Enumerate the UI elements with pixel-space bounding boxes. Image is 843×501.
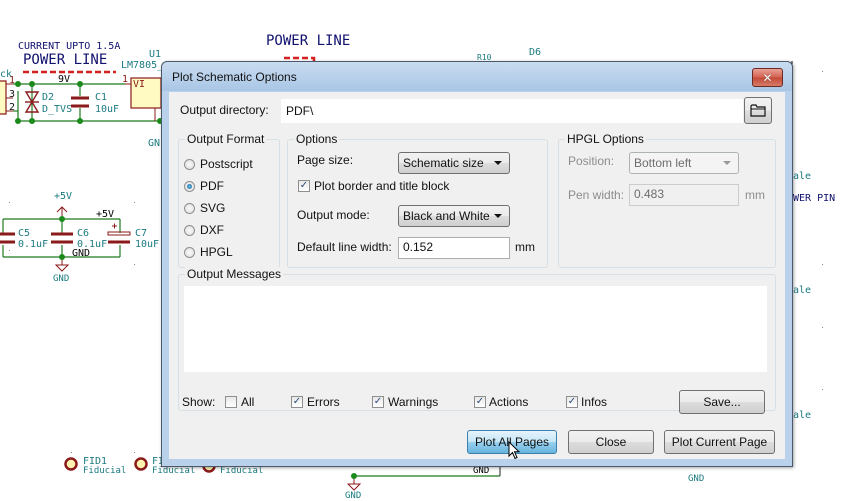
output-messages-title: Output Messages [185, 267, 284, 281]
line-width-input[interactable]: 0.152 [398, 237, 510, 259]
format-radio-dxf[interactable] [184, 225, 195, 236]
output-mode-value: Black and White [403, 209, 490, 223]
gnd-symbol-label: GND [53, 274, 70, 284]
c5-value: 0.1uF [18, 239, 49, 250]
page-size-label: Page size: [297, 153, 354, 167]
chevron-down-icon [494, 214, 502, 218]
line-width-unit: mm [515, 240, 535, 254]
format-label: PDF [200, 179, 224, 193]
plot-current-page-button[interactable]: Plot Current Page [664, 430, 775, 454]
power-line-label: POWER LINE [266, 33, 351, 49]
filter-errors-label[interactable]: Errors [307, 395, 340, 409]
options-title: Options [294, 132, 340, 146]
save-messages-button[interactable]: Save... [679, 390, 765, 414]
pen-width-unit: mm [745, 188, 765, 202]
c5-ref: C5 [18, 228, 31, 239]
d2-value: D_TVS [42, 104, 73, 115]
format-label: Postscript [200, 157, 253, 171]
right-label: ale [793, 410, 812, 421]
pin-number: 3 [9, 89, 16, 100]
pin-number: 1 [9, 75, 16, 86]
filter-warnings-checkbox[interactable]: ✓ [372, 396, 384, 408]
fid2-value: Fiducial [152, 466, 196, 476]
filter-infos-checkbox[interactable]: ✓ [566, 396, 578, 408]
u1-vi-pin: VI [133, 79, 146, 90]
filter-actions-label[interactable]: Actions [489, 395, 528, 409]
filter-all-label[interactable]: All [241, 395, 254, 409]
pen-width-label: Pen width: [568, 188, 625, 202]
pen-width-input[interactable]: 0.483 [629, 184, 739, 206]
format-radio-pdf[interactable] [184, 181, 195, 192]
close-button[interactable]: Close [568, 430, 654, 454]
pin-number: 1 [122, 74, 129, 85]
gnd-symbol-label: GND [345, 491, 362, 501]
filter-infos-label[interactable]: Infos [581, 395, 607, 409]
chevron-down-icon [723, 161, 731, 165]
page-size-dropdown[interactable]: Schematic size [398, 152, 510, 174]
u1-ref: U1 [149, 49, 162, 60]
right-label: ale [793, 285, 812, 296]
gnd-net-label: GND [473, 466, 490, 476]
format-label: SVG [200, 201, 226, 215]
net-label-9v: 9V [58, 74, 71, 85]
output-mode-label: Output mode: [297, 208, 370, 222]
plus5v-label: +5V [54, 191, 73, 202]
output-format-title: Output Format [185, 132, 267, 146]
gnd-net-label: GND [72, 248, 91, 259]
dialog-title: Plot Schematic Options [172, 70, 297, 84]
plot-border-label[interactable]: Plot border and title block [314, 179, 449, 193]
output-directory-input[interactable]: PDF\ [281, 99, 743, 123]
c6-ref: C6 [77, 228, 90, 239]
gnd-symbol-label: GN [148, 138, 161, 149]
output-directory-label: Output directory: [180, 103, 269, 117]
gnd-symbol-label: GND [688, 474, 705, 484]
format-radio-svg[interactable] [184, 203, 195, 214]
filter-all-checkbox[interactable] [225, 396, 237, 408]
format-radio-postscript[interactable] [184, 159, 195, 170]
output-mode-dropdown[interactable]: Black and White [398, 205, 510, 227]
plus5v-net-label: +5V [96, 209, 115, 220]
dialog-body: Output directory: PDF\ Output Format Pos… [169, 92, 785, 459]
fid1-value: Fiducial [83, 466, 127, 476]
u1-value: LM7805_ [121, 60, 164, 71]
c7-ref: C7 [135, 228, 148, 239]
close-icon: ✕ [762, 70, 773, 85]
c1-ref: C1 [95, 92, 108, 103]
power-line-label: POWER LINE [23, 52, 108, 68]
format-label: DXF [200, 223, 224, 237]
page-size-value: Schematic size [403, 156, 484, 170]
line-width-label: Default line width: [297, 240, 392, 254]
d2-ref: D2 [42, 92, 55, 103]
hpgl-position-dropdown[interactable]: Bottom left [629, 152, 739, 174]
browse-directory-button[interactable] [744, 97, 772, 124]
right-label: ale [793, 171, 812, 182]
dialog-titlebar[interactable]: Plot Schematic Options ✕ [162, 62, 792, 91]
mouse-cursor-icon [508, 441, 521, 460]
filter-actions-checkbox[interactable]: ✓ [474, 396, 486, 408]
d6-ref: D6 [529, 47, 542, 58]
filter-errors-checkbox[interactable]: ✓ [291, 396, 303, 408]
c7-value: 10uF [135, 239, 160, 250]
plot-border-checkbox[interactable]: ✓ [298, 180, 310, 192]
hpgl-position-value: Bottom left [634, 156, 692, 170]
fid3-value: Fiducial [220, 466, 264, 476]
c1-value: 10uF [95, 104, 120, 115]
close-window-button[interactable]: ✕ [752, 68, 783, 87]
plot-schematic-dialog: Plot Schematic Options ✕ Output director… [161, 61, 793, 467]
folder-icon [750, 104, 766, 117]
format-label: HPGL [200, 245, 233, 259]
show-label: Show: [182, 395, 216, 409]
pin-number: 2 [9, 102, 16, 113]
format-radio-hpgl[interactable] [184, 247, 195, 258]
hpgl-position-label: Position: [568, 154, 615, 168]
chevron-down-icon [494, 161, 502, 165]
power-pin-label: WER PIN [793, 193, 836, 204]
filter-warnings-label[interactable]: Warnings [388, 395, 438, 409]
hpgl-options-title: HPGL Options [565, 132, 646, 146]
current-note-label: CURRENT UPTO 1.5A [18, 41, 121, 52]
output-messages-area[interactable] [184, 286, 767, 372]
